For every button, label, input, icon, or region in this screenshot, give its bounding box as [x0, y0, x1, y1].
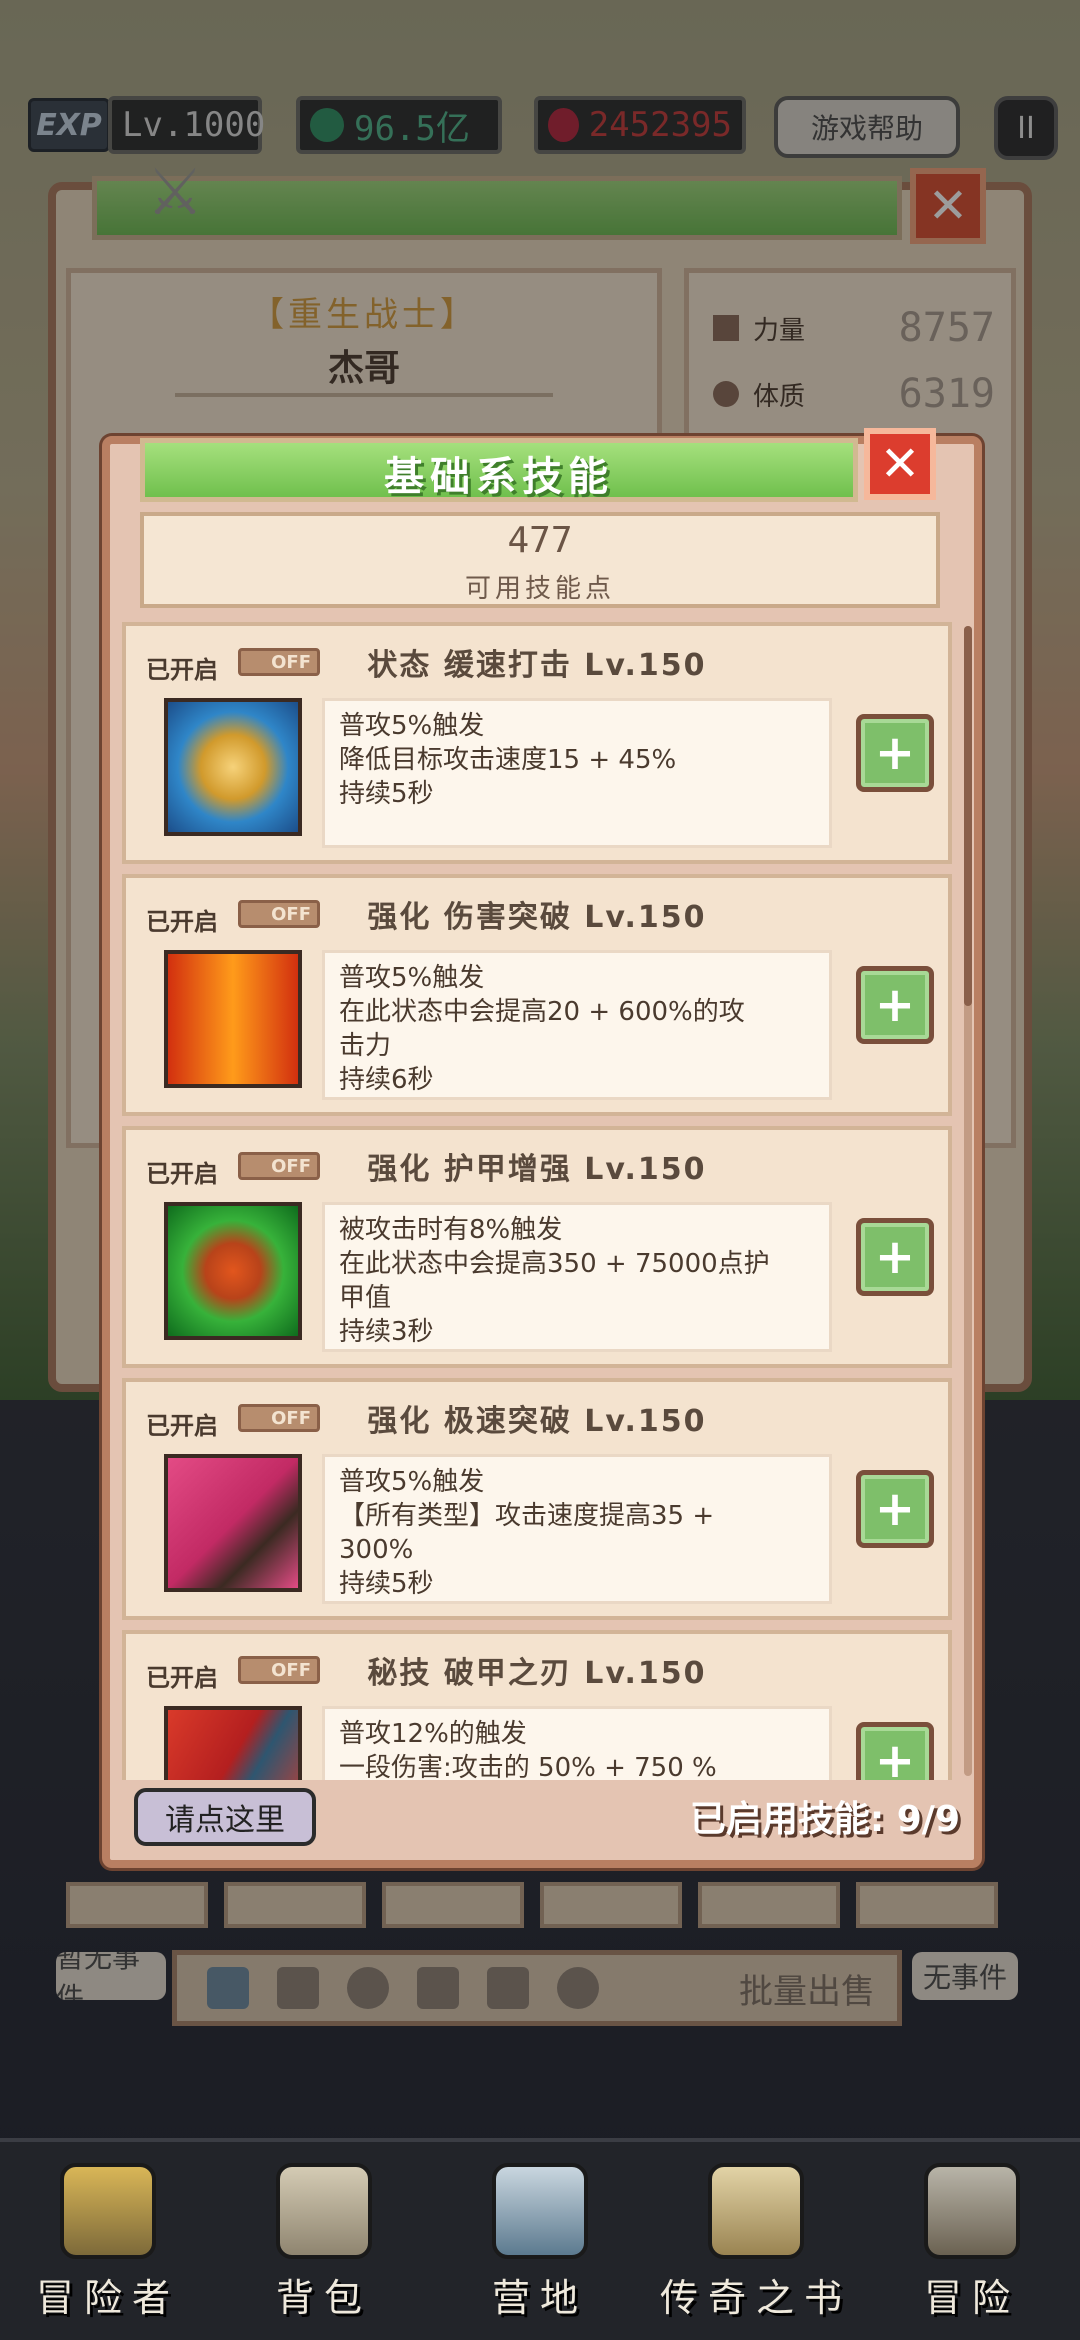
skill-toggle[interactable]: OFF [238, 1404, 320, 1432]
damage-breakthrough-icon [164, 950, 302, 1088]
nav-label: 冒险者 [35, 2276, 180, 2320]
crown-icon [60, 2163, 156, 2259]
skill-card: 强化 护甲增强 Lv.150 已开启 OFF 被攻击时有8%触发 在此状态中会提… [122, 1126, 952, 1368]
nav-adventure[interactable]: 冒险 [882, 2163, 1062, 2322]
nav-backpack[interactable]: 背包 [234, 2163, 414, 2322]
skill-description: 普攻5%触发 在此状态中会提高20 + 600%的攻 击力 持续6秒 [322, 950, 832, 1100]
skill-toggle[interactable]: OFF [238, 1656, 320, 1684]
skill-toggle[interactable]: OFF [238, 648, 320, 676]
skill-desc-line: 普攻5%触发 [339, 963, 485, 993]
skill-desc-line: 击力 [339, 1031, 392, 1061]
skill-desc-line: 持续6秒 [339, 1065, 434, 1095]
skill-status: 已开启 [146, 908, 218, 936]
sword-icon [924, 2163, 1020, 2259]
scrollbar-thumb[interactable] [964, 626, 972, 1006]
skill-status: 已开启 [146, 1664, 218, 1692]
skill-desc-line: 普攻5%触发 [339, 1467, 485, 1497]
enabled-skills-count: 已启用技能: 9/9 [689, 1799, 960, 1840]
skill-upgrade-button[interactable]: + [856, 1470, 934, 1548]
skill-upgrade-button[interactable]: + [856, 1218, 934, 1296]
nav-label: 背包 [275, 2276, 372, 2320]
camp-banner-icon [492, 2163, 588, 2259]
armor-break-blade-icon [164, 1706, 302, 1780]
skill-desc-line: 普攻12%的触发 [339, 1719, 527, 1749]
skill-description: 被攻击时有8%触发 在此状态中会提高350 + 75000点护 甲值 持续3秒 [322, 1202, 832, 1352]
skill-card: 强化 极速突破 Lv.150 已开启 OFF 普攻5%触发 【所有类型】攻击速度… [122, 1378, 952, 1620]
skill-status: 已开启 [146, 1412, 218, 1440]
book-icon [708, 2163, 804, 2259]
skill-upgrade-button[interactable]: + [856, 1722, 934, 1780]
skill-desc-line: 持续3秒 [339, 1317, 434, 1347]
skill-status: 已开启 [146, 1160, 218, 1188]
skill-desc-line: 持续5秒 [339, 779, 434, 809]
skill-desc-line: 一段伤害:攻击的 50% + 750 % [339, 1753, 717, 1780]
skill-card: 秘技 破甲之刃 Lv.150 已开启 OFF 普攻12%的触发 一段伤害:攻击的… [122, 1630, 952, 1780]
skill-description: 普攻12%的触发 一段伤害:攻击的 50% + 750 % [322, 1706, 832, 1780]
skill-desc-line: 普攻5%触发 [339, 711, 485, 741]
skill-upgrade-button[interactable]: + [856, 714, 934, 792]
nav-label: 营地 [491, 2276, 588, 2320]
skill-card: 状态 缓速打击 Lv.150 已开启 OFF 普攻5%触发 降低目标攻击速度15… [122, 622, 952, 864]
skill-desc-line: 持续5秒 [339, 1569, 434, 1599]
skill-toggle[interactable]: OFF [238, 900, 320, 928]
skill-toggle[interactable]: OFF [238, 1152, 320, 1180]
skill-description: 普攻5%触发 降低目标攻击速度15 + 45% 持续5秒 [322, 698, 832, 848]
skill-desc-line: 甲值 [339, 1283, 392, 1313]
skill-points-label: 可用技能点 [464, 574, 615, 604]
skill-points-value: 477 [507, 520, 573, 561]
skill-desc-line: 降低目标攻击速度15 + 45% [339, 745, 677, 775]
skill-desc-line: 【所有类型】攻击速度提高35 + [339, 1501, 715, 1531]
nav-camp[interactable]: 营地 [450, 2163, 630, 2322]
skill-card: 强化 伤害突破 Lv.150 已开启 OFF 普攻5%触发 在此状态中会提高20… [122, 874, 952, 1116]
skill-list[interactable]: 状态 缓速打击 Lv.150 已开启 OFF 普攻5%触发 降低目标攻击速度15… [122, 622, 954, 1780]
speed-breakthrough-icon [164, 1454, 302, 1592]
skill-status: 已开启 [146, 656, 218, 684]
skill-desc-line: 被攻击时有8%触发 [339, 1215, 563, 1245]
nav-label: 传奇之书 [660, 2276, 853, 2320]
nav-adventurer[interactable]: 冒险者 [18, 2163, 198, 2322]
armor-enhance-icon [164, 1202, 302, 1340]
slow-strike-icon [164, 698, 302, 836]
skill-upgrade-button[interactable]: + [856, 966, 934, 1044]
dialog-close-button[interactable]: ✕ [864, 428, 936, 500]
skill-desc-line: 在此状态中会提高350 + 75000点护 [339, 1249, 770, 1279]
dialog-title: 基础系技能 [384, 454, 614, 500]
skill-list-scrollbar[interactable] [964, 626, 972, 1776]
nav-label: 冒险 [923, 2276, 1020, 2320]
nav-legend-book[interactable]: 传奇之书 [660, 2163, 846, 2322]
backpack-icon [276, 2163, 372, 2259]
bottom-navigation: 冒险者 背包 营地 传奇之书 冒险 [0, 2138, 1080, 2340]
skill-desc-line: 300% [339, 1535, 414, 1565]
skill-points-box: 477 可用技能点 [140, 512, 940, 608]
skill-desc-line: 在此状态中会提高20 + 600%的攻 [339, 997, 745, 1027]
help-click-button[interactable]: 请点这里 [134, 1788, 316, 1846]
skill-description: 普攻5%触发 【所有类型】攻击速度提高35 + 300% 持续5秒 [322, 1454, 832, 1604]
